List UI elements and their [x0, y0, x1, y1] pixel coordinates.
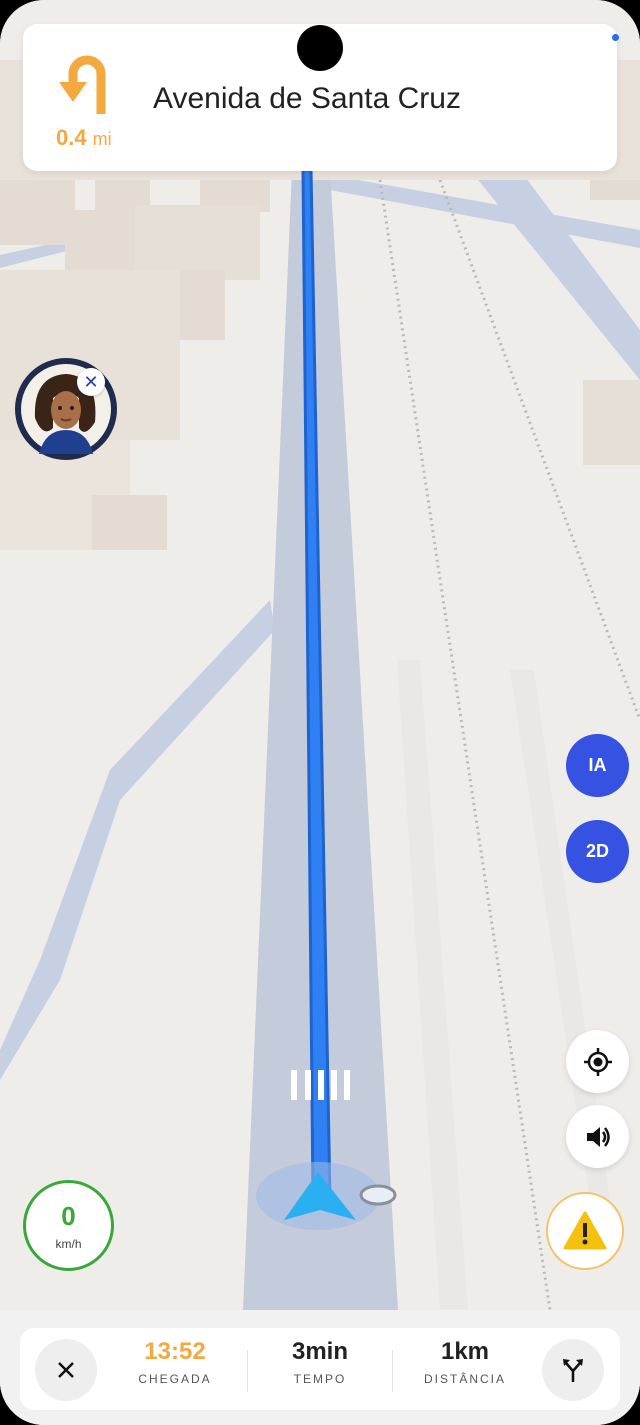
front-camera	[297, 25, 343, 71]
trip-distance: 1km	[440, 1338, 490, 1365]
speed-unit: km/h	[55, 1237, 82, 1251]
speedometer: 0 km/h	[23, 1180, 114, 1271]
phone-screen: 0.4 mi Avenida de Santa Cruz ✕ IA 2D 0 k…	[0, 0, 640, 1425]
warning-icon	[563, 1211, 607, 1250]
u-turn-left-icon	[59, 55, 106, 114]
duration-label: TEMPO	[293, 1372, 347, 1386]
crosshair-icon	[583, 1047, 612, 1076]
speaker-icon	[586, 1126, 610, 1147]
fork-route-icon	[563, 1359, 583, 1382]
street-name: Avenida de Santa Cruz	[153, 82, 461, 115]
current-speed: 0	[61, 1201, 76, 1231]
divider	[392, 1350, 393, 1392]
turn-distance-value: 0.4	[56, 125, 87, 150]
poi-marker	[359, 1184, 397, 1206]
close-icon[interactable]: ✕	[77, 368, 105, 396]
turn-distance-unit: mi	[92, 129, 112, 149]
arrival-time: 13:52	[144, 1338, 206, 1365]
recenter-button[interactable]	[566, 1030, 629, 1093]
sound-button[interactable]	[566, 1105, 629, 1168]
duration-stat: 3min TEMPO	[270, 1338, 370, 1386]
close-icon	[58, 1362, 74, 1378]
status-dot	[612, 34, 619, 41]
report-alert-button[interactable]	[546, 1192, 624, 1270]
route-options-button[interactable]	[542, 1339, 604, 1401]
view-mode-2d-button[interactable]: 2D	[566, 820, 629, 883]
distance-stat: 1km DISTÂNCIA	[410, 1338, 520, 1386]
trip-duration: 3min	[291, 1338, 348, 1365]
trip-summary-panel: 13:52 CHEGADA 3min TEMPO 1km DISTÂNCIA	[20, 1328, 620, 1410]
turn-distance: 0.4 mi	[56, 125, 112, 151]
divider	[247, 1350, 248, 1392]
arrival-label: CHEGADA	[138, 1372, 212, 1386]
arrival-stat: 13:52 CHEGADA	[125, 1338, 225, 1386]
distance-label: DISTÂNCIA	[423, 1372, 506, 1386]
end-navigation-button[interactable]	[35, 1339, 97, 1401]
trip-summary-bar: 13:52 CHEGADA 3min TEMPO 1km DISTÂNCIA	[0, 1310, 640, 1425]
ai-button[interactable]: IA	[566, 734, 629, 797]
